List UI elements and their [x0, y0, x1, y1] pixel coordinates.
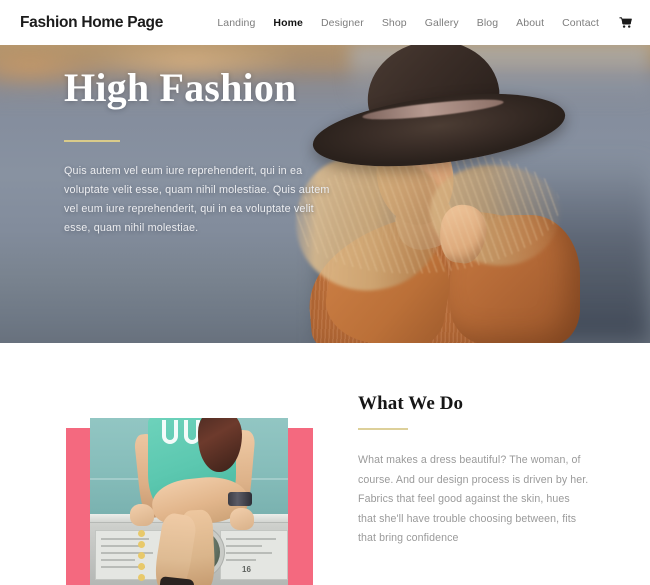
laundromat-photo: 16: [90, 418, 288, 585]
photo-model-hand-left: [130, 504, 154, 526]
nav-item-gallery[interactable]: Gallery: [425, 17, 459, 29]
nav-item-contact[interactable]: Contact: [562, 17, 599, 29]
site-logo[interactable]: Fashion Home Page: [20, 14, 163, 32]
hero-section: High Fashion Quis autem vel eum iure rep…: [0, 45, 650, 343]
what-we-do-body-text: What makes a dress beautiful? The woman,…: [358, 454, 589, 544]
hero-title: High Fashion: [64, 65, 297, 110]
shopping-cart-icon[interactable]: [619, 16, 632, 29]
photo-machine-number: 16: [242, 565, 251, 574]
nav-item-shop[interactable]: Shop: [382, 17, 407, 29]
photo-model-wristwatch: [228, 492, 252, 506]
photo-machine-dials-left: [138, 530, 151, 581]
photo-top-graphic-left: [162, 420, 178, 444]
hero-accent-rule: [64, 140, 120, 142]
nav-item-home[interactable]: Home: [273, 17, 303, 29]
what-we-do-copy: What We Do What makes a dress beautiful?…: [358, 393, 590, 549]
nav-item-designer[interactable]: Designer: [321, 17, 364, 29]
photo-machine-panel-left: [95, 530, 163, 580]
what-we-do-section: 16 What We Do What makes a dress beautif…: [0, 343, 650, 585]
photo-model-hand-right: [230, 508, 254, 530]
nav-item-about[interactable]: About: [516, 17, 544, 29]
photo-machine-panel-right: [220, 530, 288, 580]
hero-model-figure: [287, 45, 650, 343]
hero-copy: High Fashion Quis autem vel eum iure rep…: [64, 67, 334, 238]
nav-item-blog[interactable]: Blog: [477, 17, 498, 29]
what-we-do-accent-rule: [358, 428, 408, 430]
site-header: Fashion Home Page Landing Home Designer …: [0, 0, 650, 45]
what-we-do-title: What We Do: [358, 393, 464, 414]
hero-body-text: Quis autem vel eum iure reprehenderit, q…: [64, 165, 330, 234]
nav-item-landing[interactable]: Landing: [217, 17, 255, 29]
main-navigation: Landing Home Designer Shop Gallery Blog …: [217, 17, 632, 29]
